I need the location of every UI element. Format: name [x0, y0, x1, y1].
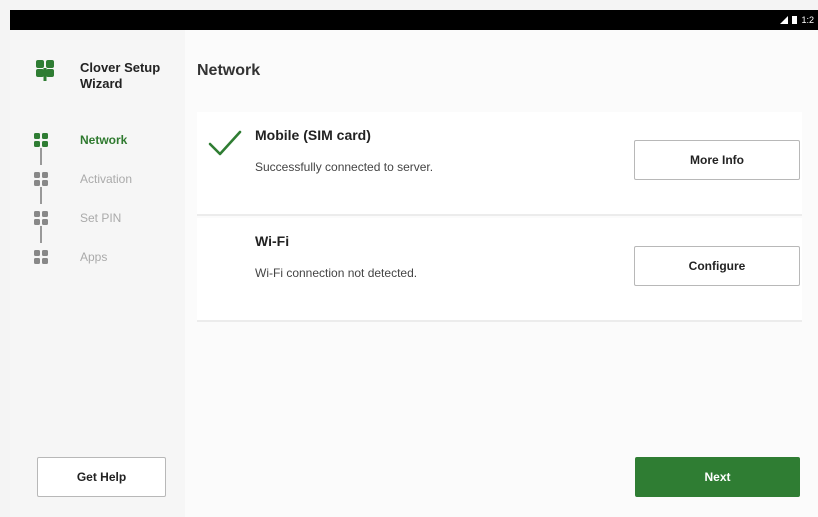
battery-icon [792, 16, 798, 24]
page-title: Network [197, 62, 261, 79]
mobile-network-card: Mobile (SIM card) Successfully connected… [197, 112, 802, 216]
step-label: Network [80, 133, 128, 147]
check-icon [208, 130, 242, 156]
step-list: Network Activation Set PIN Apps [34, 130, 132, 286]
status-icons: 1:2 [780, 15, 814, 25]
clover-logo-icon [36, 60, 54, 81]
configure-button[interactable]: Configure [634, 246, 800, 286]
step-label: Apps [80, 250, 108, 264]
step-connector [40, 187, 42, 204]
signal-icon [780, 16, 789, 24]
mobile-title: Mobile (SIM card) [255, 127, 371, 143]
step-connector [40, 148, 42, 165]
status-bar: 1:2 [10, 10, 818, 30]
get-help-button[interactable]: Get Help [37, 457, 166, 497]
more-info-button[interactable]: More Info [634, 140, 800, 180]
app-title: Clover Setup Wizard [80, 60, 161, 91]
step-connector [40, 226, 42, 243]
step-set-pin[interactable]: Set PIN [34, 208, 132, 247]
setup-wizard-screen: 1:2 Clover Setup Wizard Network Activati… [0, 0, 818, 517]
status-time: 1:2 [801, 15, 814, 25]
step-label: Set PIN [80, 211, 122, 225]
step-apps[interactable]: Apps [34, 247, 132, 286]
clover-step-icon [34, 172, 48, 186]
step-activation[interactable]: Activation [34, 169, 132, 208]
wifi-title: Wi-Fi [255, 233, 290, 249]
mobile-status: Successfully connected to server. [255, 160, 434, 174]
clover-step-icon [34, 133, 48, 147]
wifi-status: Wi-Fi connection not detected. [255, 266, 418, 280]
clover-step-icon [34, 211, 48, 225]
wifi-network-card: Wi-Fi Wi-Fi connection not detected. Con… [197, 218, 802, 322]
clover-step-icon [34, 250, 48, 264]
step-label: Activation [80, 172, 133, 186]
sidebar: Clover Setup Wizard Network Activation S… [10, 30, 185, 517]
step-network[interactable]: Network [34, 130, 132, 169]
main-panel: Network Mobile (SIM card) Successfully c… [185, 30, 818, 517]
next-button[interactable]: Next [635, 457, 800, 497]
